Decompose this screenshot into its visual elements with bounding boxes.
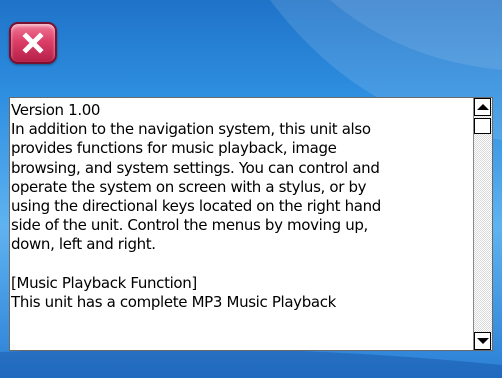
close-icon <box>22 32 44 54</box>
info-text-line: This unit has a complete MP3 Music Playb… <box>11 292 336 311</box>
scrollbar-thumb[interactable] <box>474 118 491 134</box>
arrow-down-icon <box>476 338 489 344</box>
info-text-line: In addition to the navigation system, th… <box>11 120 371 139</box>
info-text: Version 1.00 In addition to the navigati… <box>11 101 475 349</box>
info-text-line: Version 1.00 <box>11 101 101 119</box>
info-text-line: using the directional keys located on th… <box>11 196 381 215</box>
scroll-up-button[interactable] <box>474 98 491 116</box>
info-text-panel: Version 1.00 In addition to the navigati… <box>9 97 493 351</box>
vertical-scrollbar[interactable] <box>473 98 492 350</box>
info-text-line <box>11 255 475 274</box>
scroll-down-button[interactable] <box>474 332 491 350</box>
info-text-line: [Music Playback Function] <box>11 273 197 292</box>
info-text-line: operate the system on screen with a styl… <box>11 177 367 196</box>
info-text-line: provides functions for music playback, i… <box>11 139 337 158</box>
info-text-line: down, left and right. <box>11 235 156 254</box>
info-text-line: browsing, and system settings. You can c… <box>11 158 380 177</box>
info-text-line: side of the unit. Control the menus by m… <box>11 216 368 235</box>
close-button[interactable] <box>9 22 57 64</box>
arrow-up-icon <box>476 104 489 110</box>
